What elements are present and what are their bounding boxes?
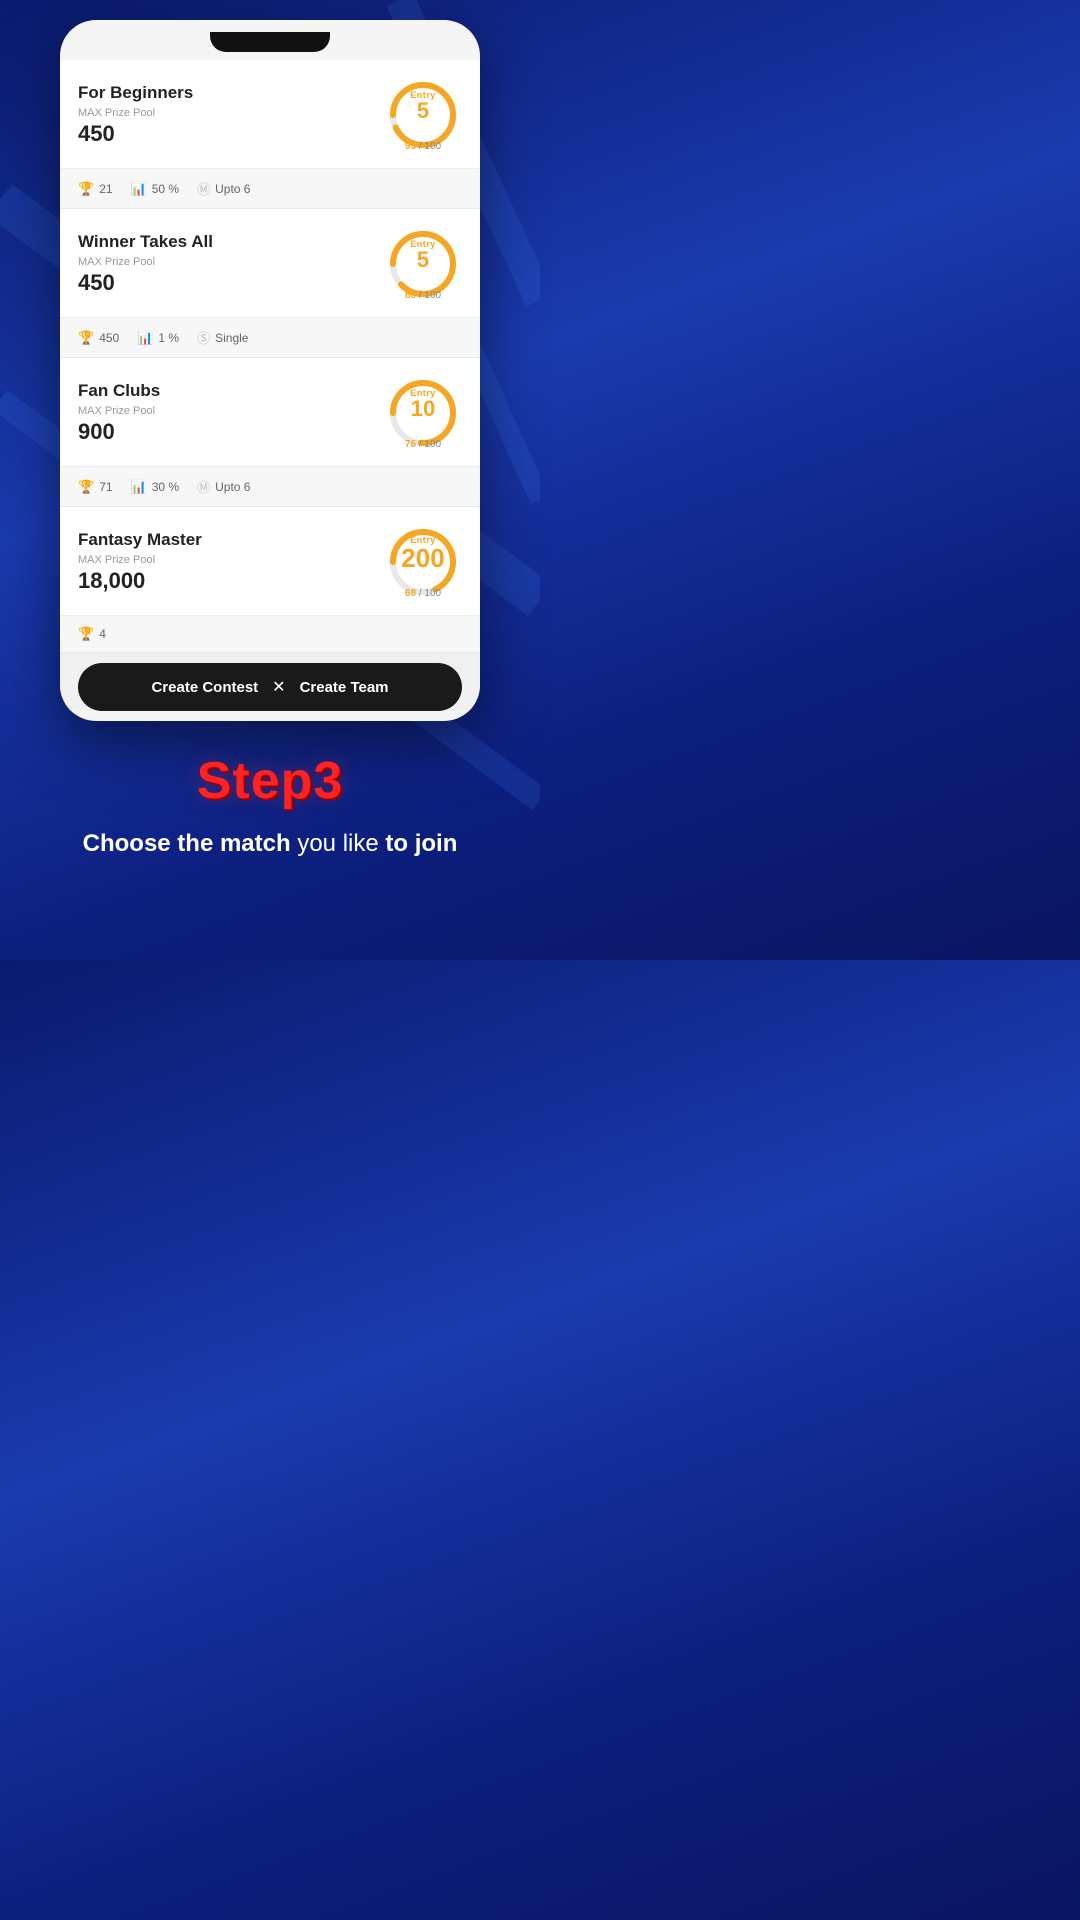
stat-value: Upto 6: [215, 182, 250, 196]
stat-item: Ⓜ Upto 6: [197, 179, 250, 198]
step-title: Step3: [20, 751, 520, 811]
step-subtitle: Choose the match you like to join: [20, 827, 520, 861]
entry-circle-text: Entry 5: [384, 76, 462, 136]
contest-info: Fantasy Master MAX Prize Pool 18,000: [78, 530, 372, 594]
max-prize-label: MAX Prize Pool: [78, 107, 372, 119]
entry-circle: Entry 10 76 / 100: [384, 374, 462, 452]
contest-card-fan-clubs[interactable]: Fan Clubs MAX Prize Pool 900 Entry 10 76…: [60, 358, 480, 467]
trophy-icon: 🏆: [78, 626, 94, 642]
stat-value: 71: [99, 480, 112, 494]
stats-row: 🏆 4: [60, 616, 480, 653]
bar-chart-icon: 📊: [131, 479, 147, 495]
subtitle-bold1: Choose the match: [83, 830, 291, 857]
contest-prize: 900: [78, 419, 372, 445]
entry-number: 5: [417, 100, 429, 122]
contests-list: For Beginners MAX Prize Pool 450 Entry 5…: [60, 60, 480, 711]
contest-title: Fan Clubs: [78, 381, 372, 401]
stat-item: 📊 1 %: [137, 330, 179, 346]
contest-prize: 450: [78, 270, 372, 296]
max-prize-label: MAX Prize Pool: [78, 405, 372, 417]
stat-value: 450: [99, 331, 119, 345]
contest-card-for-beginners[interactable]: For Beginners MAX Prize Pool 450 Entry 5…: [60, 60, 480, 169]
trophy-icon: 🏆: [78, 330, 94, 346]
contest-block-fan-clubs: Fan Clubs MAX Prize Pool 900 Entry 10 76…: [60, 358, 480, 507]
entry-slots: 68 / 100: [384, 588, 462, 599]
trophy-icon: 🏆: [78, 479, 94, 495]
entry-slots: 88 / 100: [384, 290, 462, 301]
contest-title: Winner Takes All: [78, 232, 372, 252]
subtitle-normal: you like: [291, 830, 386, 857]
bar-chart-icon: 📊: [131, 181, 147, 197]
max-prize-label: MAX Prize Pool: [78, 256, 372, 268]
stat-item: 📊 30 %: [131, 479, 180, 495]
stat-value: Single: [215, 331, 248, 345]
contest-prize: 18,000: [78, 568, 372, 594]
contest-block-for-beginners: For Beginners MAX Prize Pool 450 Entry 5…: [60, 60, 480, 209]
stat-value: 21: [99, 182, 112, 196]
stat-item: 🏆 450: [78, 330, 119, 346]
stats-row: 🏆 450 📊 1 % Ⓢ Single: [60, 318, 480, 358]
contest-info: Winner Takes All MAX Prize Pool 450: [78, 232, 372, 296]
contest-info: For Beginners MAX Prize Pool 450: [78, 83, 372, 147]
stat-item: 🏆 21: [78, 181, 113, 197]
contest-card-fantasy-master[interactable]: Fantasy Master MAX Prize Pool 18,000 Ent…: [60, 507, 480, 616]
stats-row: 🏆 71 📊 30 % Ⓜ Upto 6: [60, 467, 480, 507]
entry-number: 200: [401, 545, 444, 571]
phone-screen: For Beginners MAX Prize Pool 450 Entry 5…: [60, 60, 480, 711]
stats-row: 🏆 21 📊 50 % Ⓜ Upto 6: [60, 169, 480, 209]
contest-prize: 450: [78, 121, 372, 147]
entry-circle-text: Entry 10: [384, 374, 462, 434]
action-bar: Create Contest ✕ Create Team: [78, 663, 462, 711]
entry-circle-text: Entry 200: [384, 523, 462, 583]
contest-card-winner-takes-all[interactable]: Winner Takes All MAX Prize Pool 450 Entr…: [60, 209, 480, 318]
subtitle-bold2: to join: [385, 830, 457, 857]
m-badge-icon: Ⓜ: [197, 477, 210, 496]
contest-block-winner-takes-all: Winner Takes All MAX Prize Pool 450 Entr…: [60, 209, 480, 358]
entry-slots: 76 / 100: [384, 439, 462, 450]
bar-divider: ✕: [272, 677, 285, 697]
contest-title: Fantasy Master: [78, 530, 372, 550]
entry-number: 5: [417, 249, 429, 271]
s-badge-icon: Ⓢ: [197, 328, 210, 347]
stat-value: Upto 6: [215, 480, 250, 494]
stat-item: 📊 50 %: [131, 181, 180, 197]
stat-value: 1 %: [158, 331, 179, 345]
contest-title: For Beginners: [78, 83, 372, 103]
entry-circle: Entry 200 68 / 100: [384, 523, 462, 601]
contest-block-fantasy-master: Fantasy Master MAX Prize Pool 18,000 Ent…: [60, 507, 480, 711]
stat-item: 🏆 71: [78, 479, 113, 495]
entry-circle-text: Entry 5: [384, 225, 462, 285]
entry-slots: 93 / 100: [384, 141, 462, 152]
bottom-section: Step3 Choose the match you like to join: [0, 721, 540, 901]
bar-chart-icon: 📊: [137, 330, 153, 346]
max-prize-label: MAX Prize Pool: [78, 554, 372, 566]
stat-item: Ⓢ Single: [197, 328, 248, 347]
stat-value: 30 %: [152, 480, 179, 494]
stat-item: 🏆 4: [78, 626, 106, 642]
stat-value: 50 %: [152, 182, 179, 196]
m-badge-icon: Ⓜ: [197, 179, 210, 198]
create-contest-button[interactable]: Create Contest: [151, 679, 258, 696]
phone-notch: [210, 32, 330, 52]
entry-circle: Entry 5 88 / 100: [384, 225, 462, 303]
create-team-button[interactable]: Create Team: [300, 679, 389, 696]
contest-info: Fan Clubs MAX Prize Pool 900: [78, 381, 372, 445]
phone-frame: For Beginners MAX Prize Pool 450 Entry 5…: [60, 20, 480, 721]
stat-item: Ⓜ Upto 6: [197, 477, 250, 496]
entry-circle: Entry 5 93 / 100: [384, 76, 462, 154]
trophy-icon: 🏆: [78, 181, 94, 197]
entry-number: 10: [411, 398, 435, 420]
stat-value: 4: [99, 627, 106, 641]
